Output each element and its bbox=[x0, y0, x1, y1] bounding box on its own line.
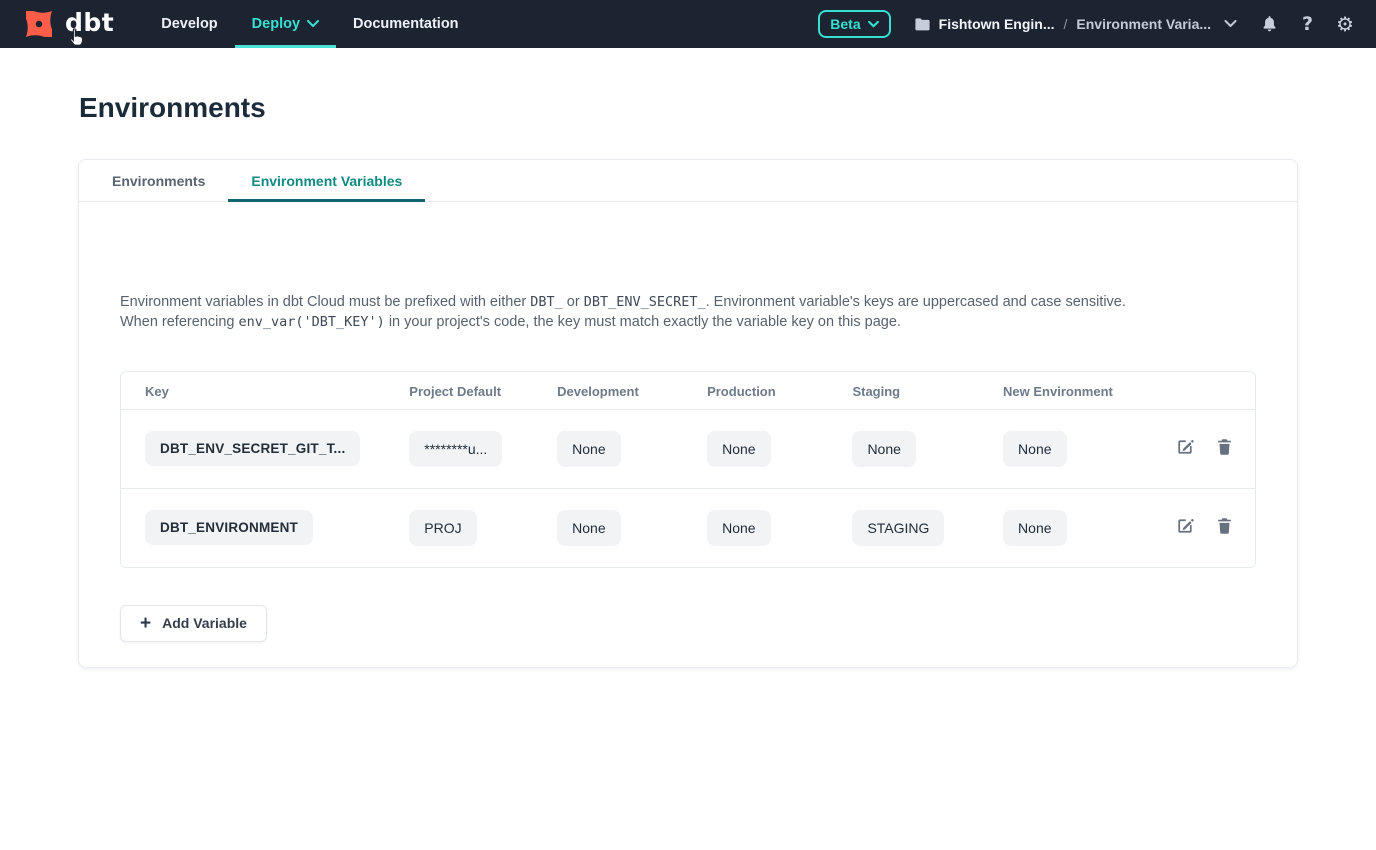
page-title: Environments bbox=[79, 92, 1298, 124]
column-header-actions bbox=[1146, 372, 1255, 410]
column-header-key: Key bbox=[121, 372, 397, 410]
column-header-project-default: Project Default bbox=[397, 372, 545, 410]
project-default-badge: ********u... bbox=[409, 431, 502, 467]
development-value-badge: None bbox=[557, 431, 620, 467]
chevron-down-icon bbox=[868, 21, 879, 28]
nav-item-documentation[interactable]: Documentation bbox=[336, 0, 476, 48]
column-header-development: Development bbox=[545, 372, 695, 410]
settings-button[interactable]: ⚙ bbox=[1336, 14, 1354, 34]
help-button[interactable]: ? bbox=[1302, 13, 1313, 35]
main-content: Environments Environments Environment Va… bbox=[0, 92, 1376, 668]
edit-icon bbox=[1175, 516, 1195, 536]
edit-icon bbox=[1175, 437, 1195, 457]
table-header-row: Key Project Default Development Producti… bbox=[121, 372, 1255, 410]
code-dbt-prefix: DBT_ bbox=[530, 294, 563, 310]
description-part-4: in your project's code, the key must mat… bbox=[385, 314, 901, 330]
staging-value-badge: None bbox=[852, 431, 915, 467]
nav-icon-group: ? ⚙ bbox=[1260, 13, 1354, 35]
edit-variable-button[interactable] bbox=[1175, 437, 1195, 460]
delete-variable-button[interactable] bbox=[1216, 437, 1233, 460]
production-value-badge: None bbox=[707, 431, 770, 467]
dbt-logo-icon bbox=[20, 5, 58, 43]
tab-bar: Environments Environment Variables bbox=[79, 160, 1297, 202]
folder-icon bbox=[914, 17, 931, 32]
trash-icon bbox=[1216, 516, 1233, 536]
production-value-badge: None bbox=[707, 510, 770, 546]
delete-variable-button[interactable] bbox=[1216, 516, 1233, 539]
beta-label: Beta bbox=[830, 16, 860, 32]
chevron-down-icon bbox=[1224, 20, 1237, 28]
edit-variable-button[interactable] bbox=[1175, 516, 1195, 539]
environments-card: Environments Environment Variables Envir… bbox=[78, 159, 1298, 668]
description-text: Environment variables in dbt Cloud must … bbox=[120, 292, 1165, 332]
gear-icon: ⚙ bbox=[1336, 14, 1354, 34]
help-icon: ? bbox=[1302, 13, 1313, 35]
nav-item-develop[interactable]: Develop bbox=[144, 0, 234, 48]
breadcrumb-separator: / bbox=[1064, 16, 1068, 32]
notifications-button[interactable] bbox=[1260, 14, 1279, 34]
description-part-2: or bbox=[563, 294, 584, 310]
tab-environment-variables[interactable]: Environment Variables bbox=[228, 160, 425, 201]
environment-variables-table: Key Project Default Development Producti… bbox=[120, 371, 1256, 568]
beta-dropdown[interactable]: Beta bbox=[818, 10, 890, 38]
add-variable-button[interactable]: + Add Variable bbox=[120, 605, 267, 642]
tab-environments[interactable]: Environments bbox=[89, 160, 228, 201]
dbt-logo[interactable]: dbt bbox=[20, 0, 114, 48]
project-default-badge: PROJ bbox=[409, 510, 476, 546]
variable-key-badge: DBT_ENV_SECRET_GIT_T... bbox=[145, 431, 360, 466]
primary-nav: Develop Deploy Documentation bbox=[144, 0, 475, 48]
column-header-production: Production bbox=[695, 372, 840, 410]
new-environment-value-badge: None bbox=[1003, 510, 1066, 546]
breadcrumb-page[interactable]: Environment Varia... bbox=[1076, 16, 1211, 32]
table-row: DBT_ENVIRONMENT PROJ None None STAGING N… bbox=[121, 488, 1255, 567]
staging-value-badge: STAGING bbox=[852, 510, 944, 546]
nav-item-deploy[interactable]: Deploy bbox=[235, 0, 336, 48]
breadcrumb-project-label: Fishtown Engin... bbox=[939, 16, 1055, 32]
chevron-down-icon bbox=[307, 20, 319, 28]
tab-panel-environment-variables: Environment variables in dbt Cloud must … bbox=[79, 202, 1297, 667]
column-header-new-environment: New Environment bbox=[991, 372, 1146, 410]
nav-item-deploy-label: Deploy bbox=[252, 16, 300, 32]
plus-icon: + bbox=[140, 614, 151, 633]
breadcrumb-dropdown[interactable] bbox=[1224, 20, 1237, 28]
add-variable-label: Add Variable bbox=[162, 615, 247, 631]
bell-icon bbox=[1260, 14, 1279, 34]
code-env-var: env_var('DBT_KEY') bbox=[238, 314, 384, 330]
trash-icon bbox=[1216, 437, 1233, 457]
breadcrumb-project[interactable]: Fishtown Engin... bbox=[914, 16, 1055, 32]
variable-key-badge: DBT_ENVIRONMENT bbox=[145, 510, 313, 545]
description-part-1: Environment variables in dbt Cloud must … bbox=[120, 294, 530, 310]
table-row: DBT_ENV_SECRET_GIT_T... ********u... Non… bbox=[121, 409, 1255, 488]
breadcrumb: Fishtown Engin... / Environment Varia... bbox=[914, 16, 1237, 32]
new-environment-value-badge: None bbox=[1003, 431, 1066, 467]
column-header-staging: Staging bbox=[840, 372, 991, 410]
code-dbt-env-secret-prefix: DBT_ENV_SECRET_ bbox=[584, 294, 706, 310]
dbt-logo-text: dbt bbox=[65, 8, 114, 40]
development-value-badge: None bbox=[557, 510, 620, 546]
top-nav: dbt Develop Deploy Documentation Beta bbox=[0, 0, 1376, 48]
